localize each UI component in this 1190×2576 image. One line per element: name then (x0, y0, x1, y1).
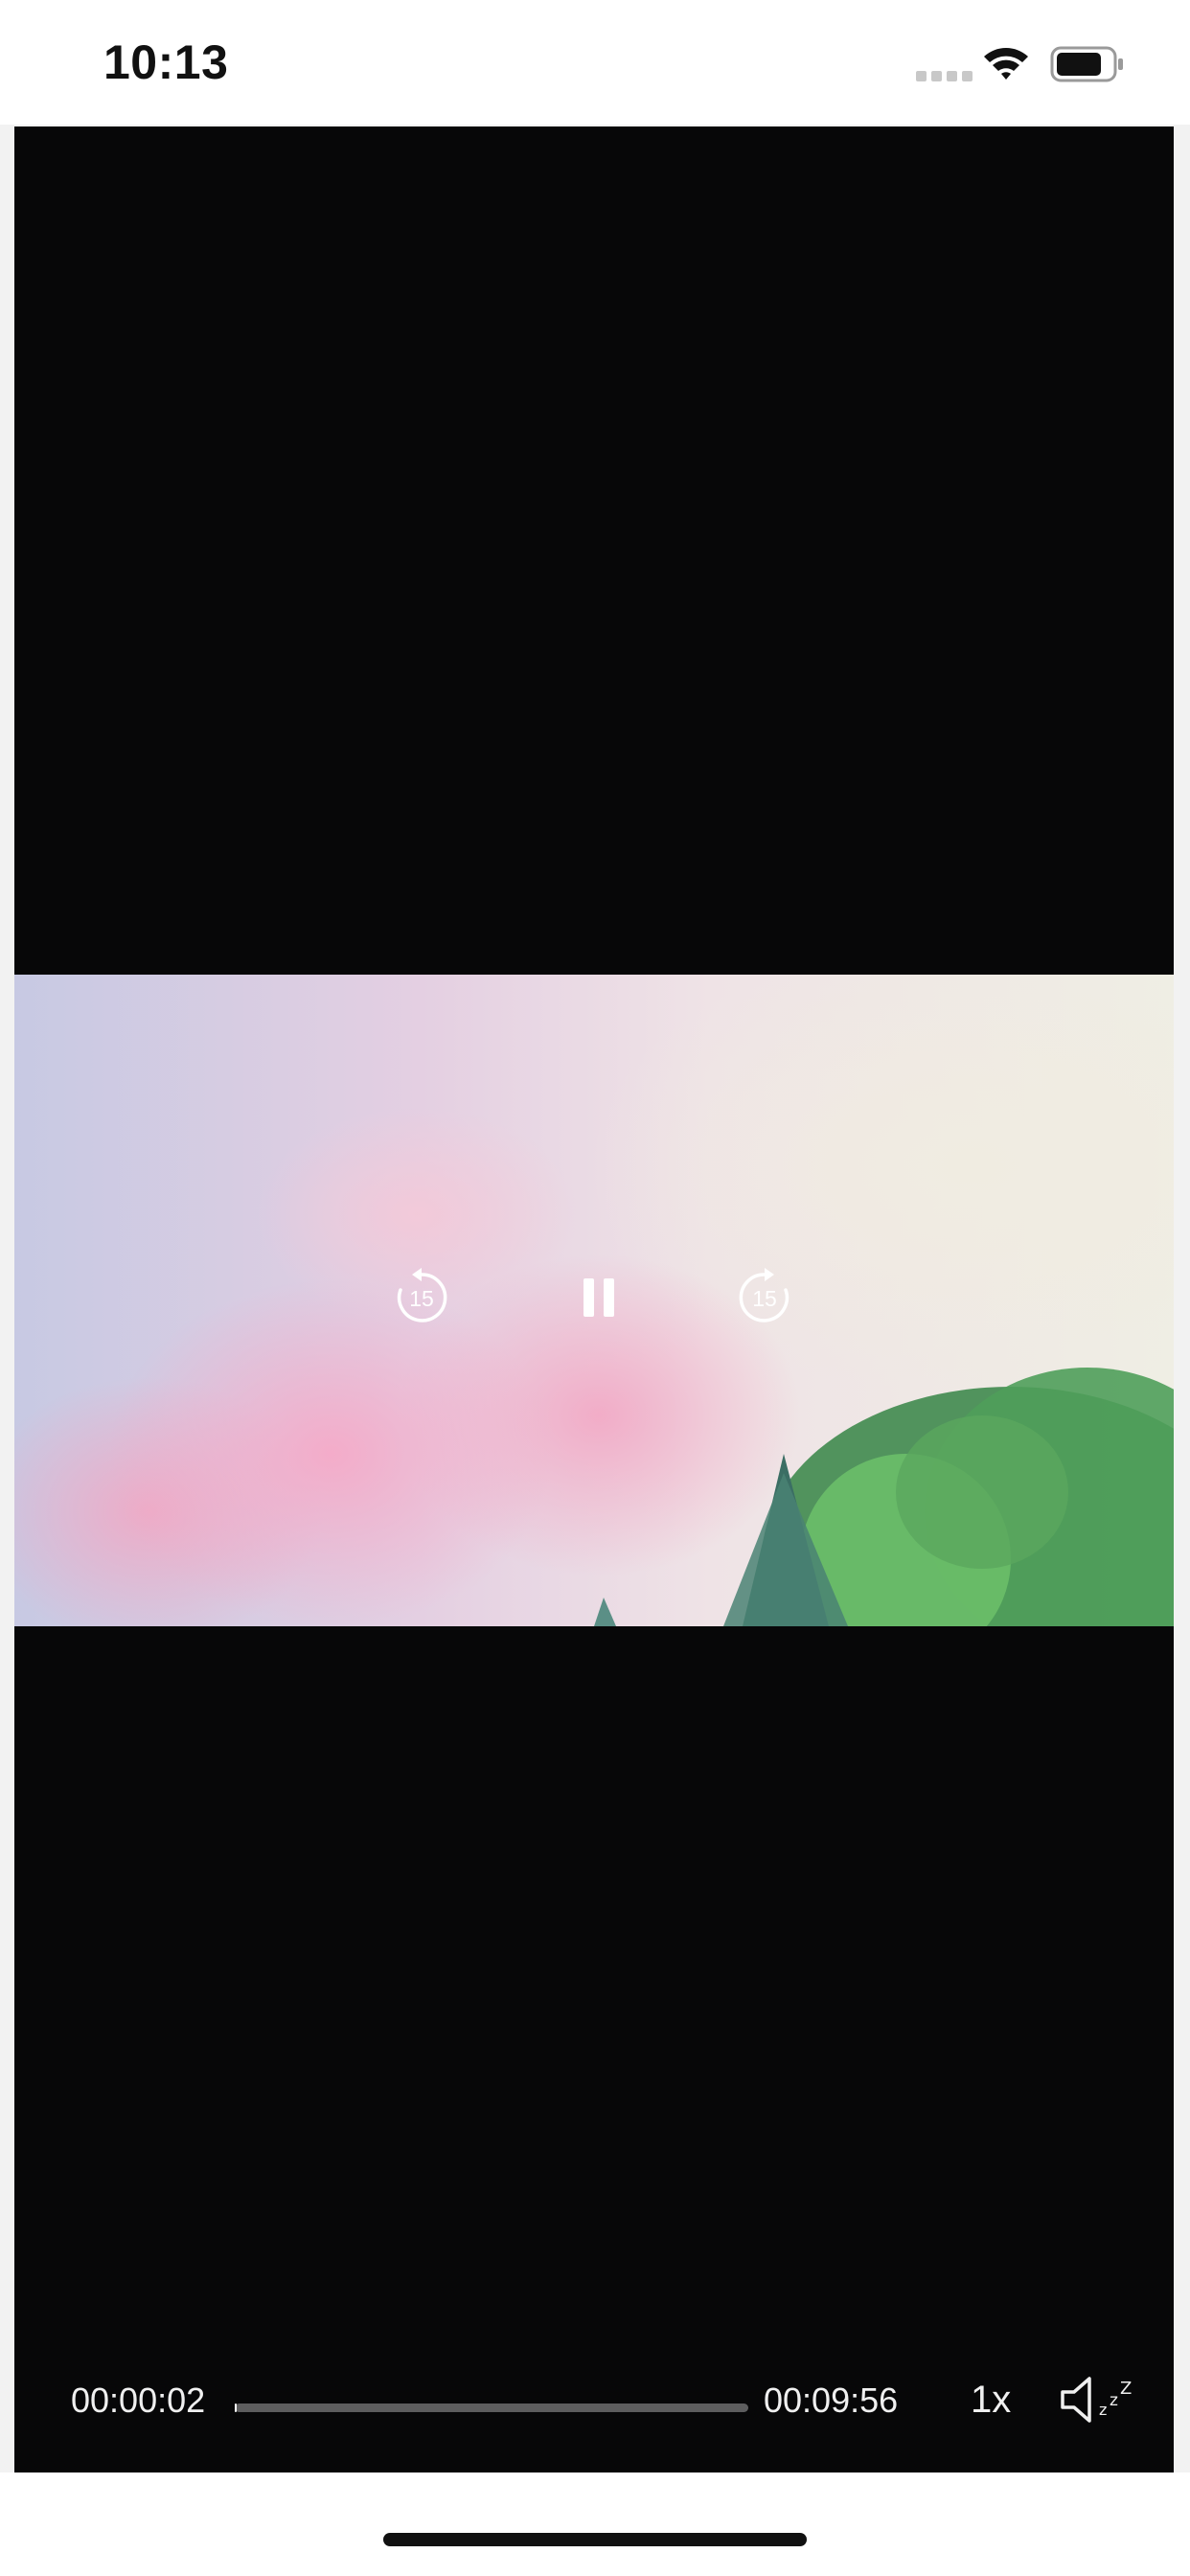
mute-button[interactable]: z z Z (1057, 2371, 1137, 2428)
cellular-signal-icon (916, 71, 973, 81)
pause-button[interactable] (568, 1267, 629, 1328)
skip-back-button[interactable]: 15 (391, 1267, 452, 1328)
speaker-muted-icon: z z Z (1061, 2377, 1132, 2423)
video-overlay-controls: 15 15 (14, 975, 1174, 1626)
home-indicator[interactable] (383, 2533, 807, 2546)
svg-text:Z: Z (1120, 2379, 1132, 2399)
video-player[interactable]: 15 15 00:00:02 00:09:56 1x z z Z (14, 126, 1174, 2472)
status-bar: 10:13 (0, 0, 1190, 125)
video-frame[interactable]: 15 15 (14, 975, 1174, 1626)
total-time: 00:09:56 (764, 2380, 899, 2420)
progress-fill (235, 2404, 237, 2412)
svg-text:z: z (1110, 2391, 1118, 2410)
status-time: 10:13 (103, 35, 229, 89)
pause-icon (584, 1278, 614, 1317)
skip-back-seconds: 15 (409, 1286, 434, 1311)
skip-forward-seconds: 15 (752, 1286, 777, 1311)
svg-text:z: z (1099, 2401, 1107, 2419)
wifi-icon (984, 48, 1028, 80)
playback-speed-button[interactable]: 1x (971, 2379, 1011, 2422)
current-time: 00:00:02 (71, 2380, 206, 2420)
player-controls-bar: 00:00:02 00:09:56 1x z z Z (14, 2350, 1174, 2446)
battery-icon (1050, 46, 1123, 82)
progress-slider[interactable] (235, 2404, 748, 2412)
skip-forward-button[interactable]: 15 (734, 1267, 795, 1328)
